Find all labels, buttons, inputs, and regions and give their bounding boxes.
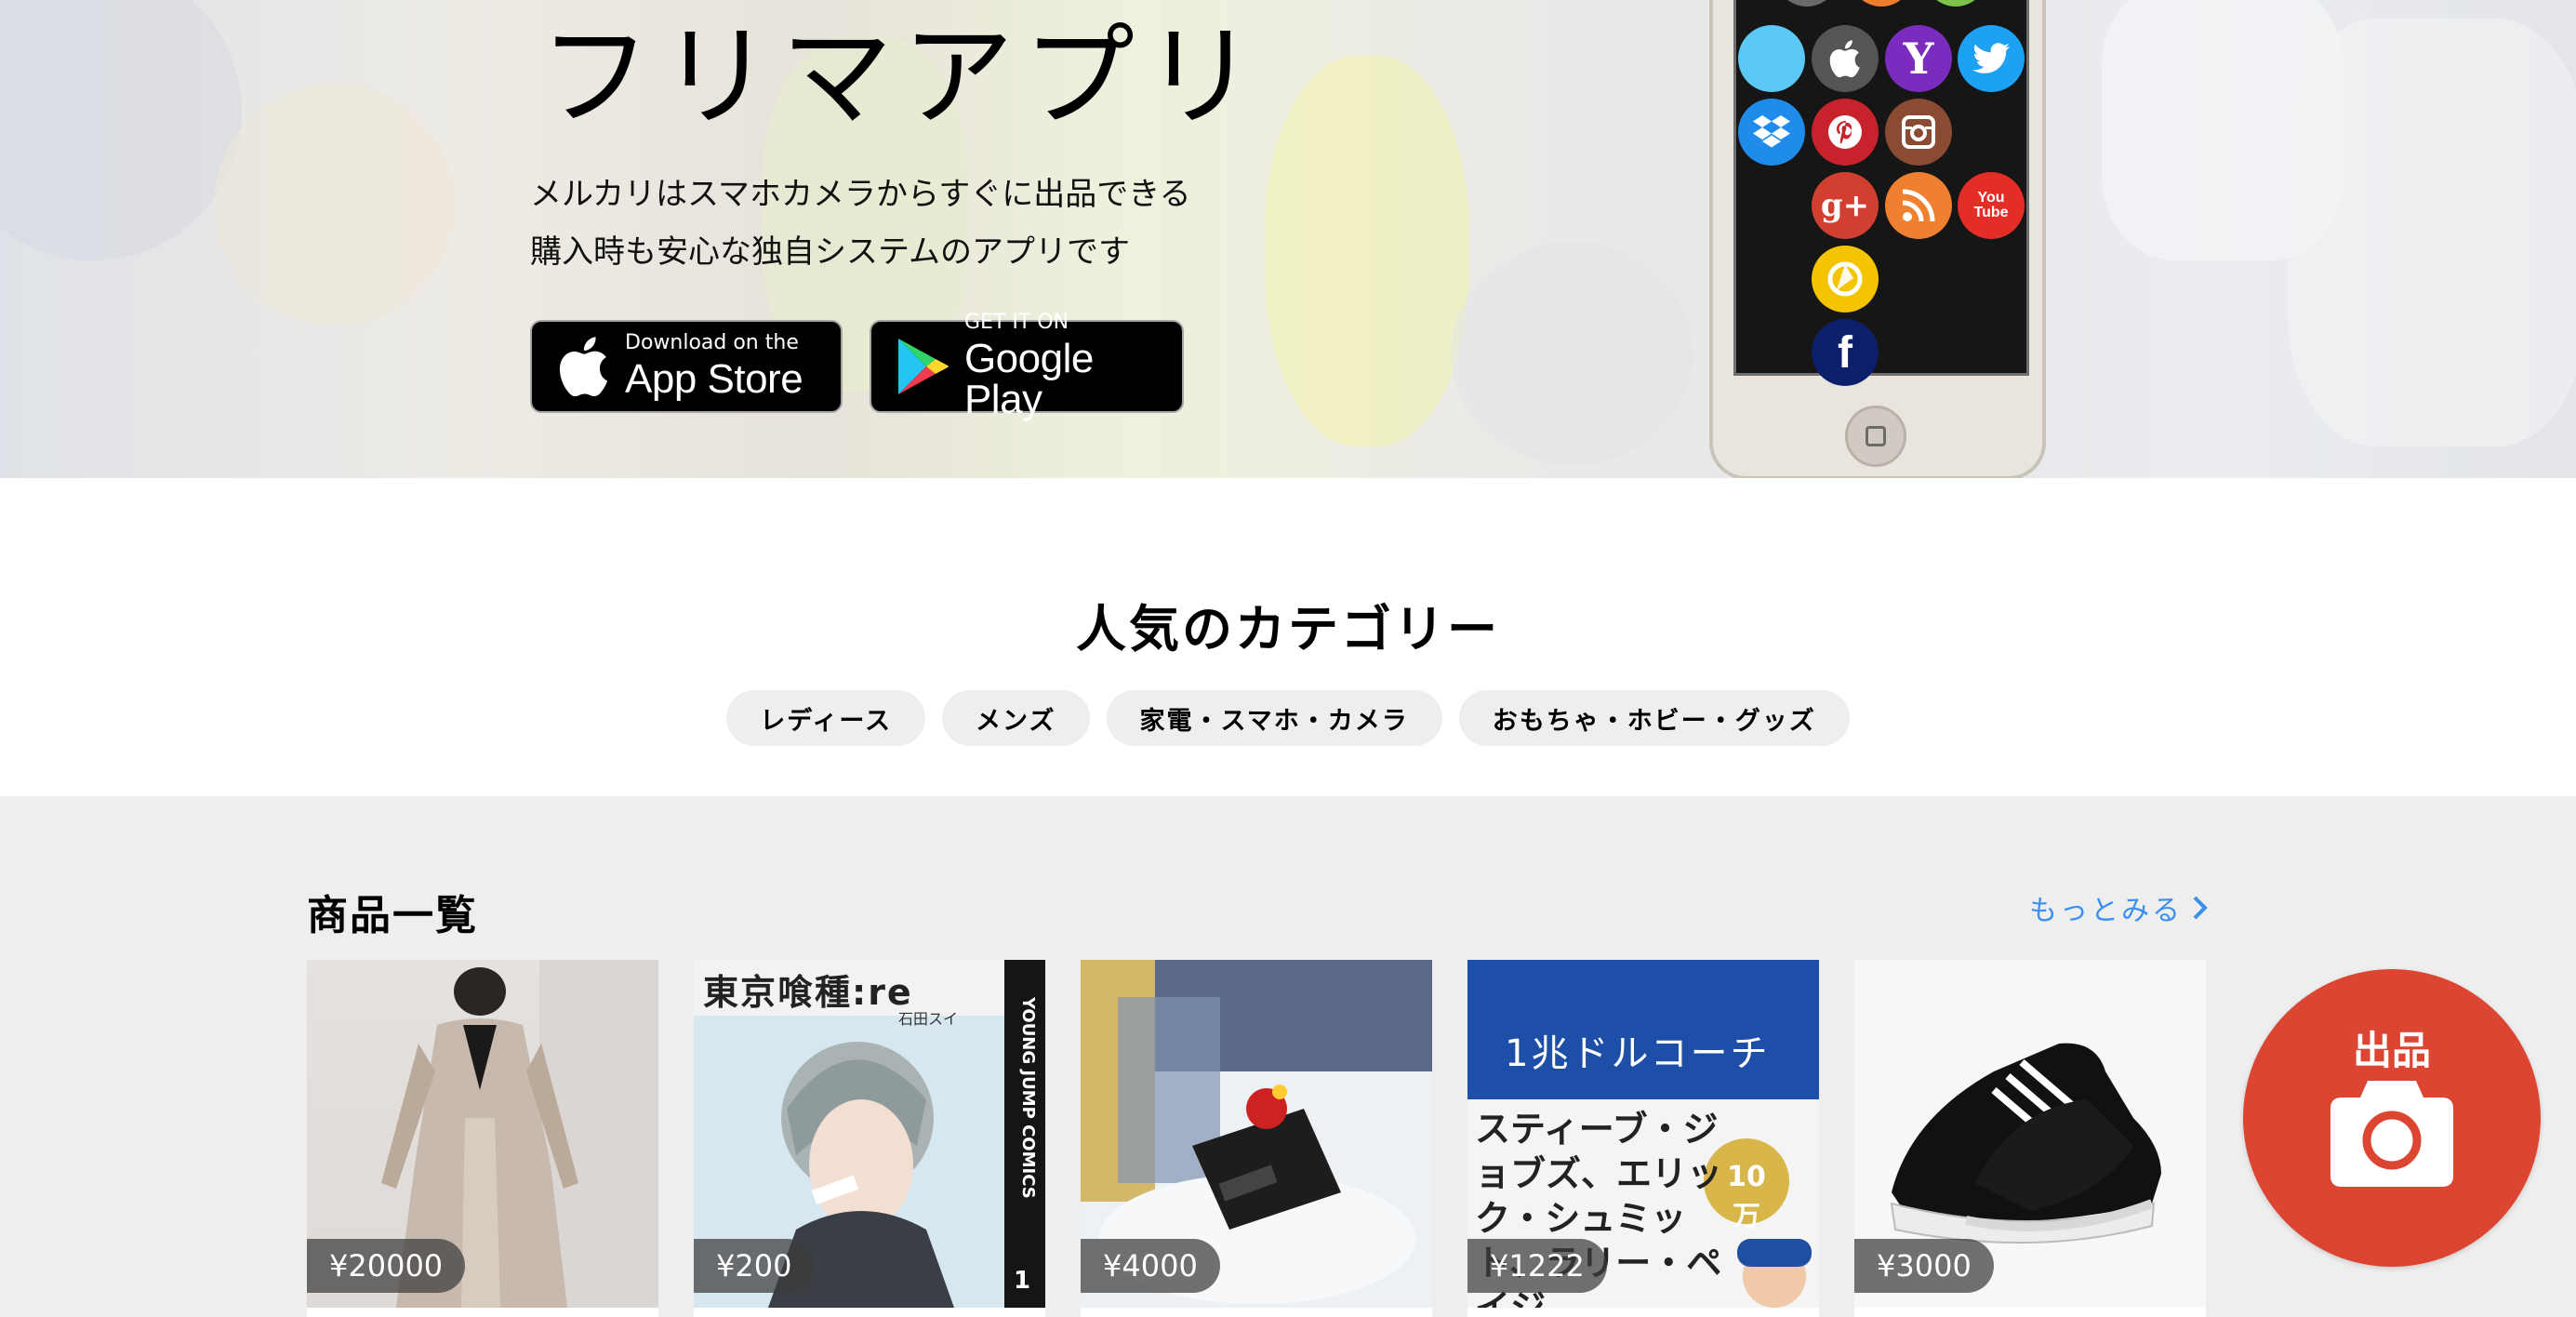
app-store-text: Download on the App Store	[625, 333, 803, 400]
hero-description-line: 購入時も安心な独自システムのアプリです	[530, 233, 1130, 271]
cover-title: 東京喰種:re	[703, 972, 913, 1013]
product-card[interactable]: ¥3000	[1854, 960, 2206, 1317]
app-store-small-label: Download on the	[625, 331, 799, 354]
category-chips: レディース メンズ 家電・スマホ・カメラ おもちゃ・ホビー・グッズ	[0, 690, 2576, 746]
dropbox-app-icon[interactable]	[1738, 99, 1805, 166]
hero-description: メルカリはスマホカメラからすぐに出品できる 購入時も安心な独自システムのアプリで…	[530, 166, 1191, 281]
category-chip-electronics[interactable]: 家電・スマホ・カメラ	[1106, 690, 1442, 746]
product-card[interactable]: ¥20000	[307, 960, 658, 1317]
apple-icon	[556, 334, 612, 399]
price-tag: ¥3000	[1854, 1239, 1994, 1293]
page: フリマアプリ メルカリはスマホカメラからすぐに出品できる 購入時も安心な独自シス…	[0, 0, 2576, 1317]
app-store-big-label: App Store	[625, 356, 803, 402]
camera-icon	[2330, 1081, 2453, 1187]
product-card[interactable]: 東京喰種:re 石田スイ YOUNG JUMP COMICS 1 ¥200	[694, 960, 1045, 1317]
google-play-small-label: GET IT ON	[963, 311, 1069, 334]
chat-app-icon[interactable]	[1738, 25, 1805, 92]
product-card[interactable]: ¥4000	[1081, 960, 1432, 1317]
cover-badge: 10万	[1727, 1161, 1766, 1233]
instagram-app-icon[interactable]	[1885, 99, 1952, 166]
cover-title: 1兆ドルコーチ	[1505, 1032, 1771, 1075]
sell-fab-label: 出品	[2352, 1028, 2431, 1073]
partial-app-icon	[1850, 0, 1913, 7]
picasa-app-icon[interactable]	[1812, 246, 1879, 313]
rss-app-icon[interactable]	[1885, 172, 1952, 239]
google-plus-app-icon[interactable]: g+	[1812, 172, 1879, 239]
partial-app-icon	[1775, 0, 1839, 7]
google-play-big-label: Google Play	[963, 336, 1094, 422]
apple-app-icon[interactable]	[1812, 25, 1879, 92]
chevron-right-icon	[2193, 896, 2208, 920]
categories-title: 人気のカテゴリー	[1076, 600, 1500, 658]
twitter-app-icon[interactable]	[1958, 25, 2025, 92]
category-chip-ladies[interactable]: レディース	[726, 690, 926, 746]
google-play-text: GET IT ON Google Play	[964, 313, 1182, 420]
phone-home-button	[1845, 406, 1906, 467]
google-play-button[interactable]: GET IT ON Google Play	[870, 313, 1184, 420]
popular-categories-section: 人気のカテゴリー レディース メンズ 家電・スマホ・カメラ おもちゃ・ホビー・グ…	[0, 478, 2576, 796]
home-square-icon	[1866, 426, 1886, 446]
price-tag: ¥1222	[1467, 1239, 1607, 1293]
sell-fab-button[interactable]: 出品	[2243, 969, 2541, 1267]
google-play-icon	[896, 334, 951, 399]
product-list-title: 商品一覧	[307, 892, 478, 939]
hero-banner: フリマアプリ メルカリはスマホカメラからすぐに出品できる 購入時も安心な独自シス…	[0, 0, 2576, 478]
youtube-app-icon[interactable]: You Tube	[1958, 172, 2025, 239]
price-tag: ¥4000	[1081, 1239, 1220, 1293]
phone-screen: Y g+ You Tube f	[1733, 0, 2029, 386]
hero-title: フリマアプリ	[539, 13, 1265, 142]
hero-overlay	[0, 0, 2576, 478]
cover-spine: YOUNG JUMP COMICS	[1018, 997, 1038, 1199]
see-more-link[interactable]: もっとみる	[2029, 887, 2209, 928]
yahoo-app-icon[interactable]: Y	[1885, 25, 1952, 92]
cover-author: 石田スイ	[898, 1010, 959, 1028]
product-card[interactable]: 1兆ドルコーチ スティーブ・ジョブズ、エリック・シュミット、ラリー・ペイジ 10…	[1467, 960, 1819, 1317]
price-tag: ¥200	[694, 1239, 815, 1293]
partial-app-icon	[1924, 0, 1987, 7]
cover-number: 1	[1014, 1267, 1031, 1295]
facebook-app-icon[interactable]: f	[1812, 319, 1879, 386]
phone-mockup: Y g+ You Tube f	[1709, 0, 2046, 478]
category-chip-toys-hobby[interactable]: おもちゃ・ホビー・グッズ	[1458, 690, 1850, 746]
app-store-button[interactable]: Download on the App Store	[530, 320, 843, 413]
price-tag: ¥20000	[307, 1239, 466, 1293]
see-more-label: もっとみる	[2029, 895, 2183, 927]
category-chip-mens[interactable]: メンズ	[942, 690, 1090, 746]
hero-description-line: メルカリはスマホカメラからすぐに出品できる	[530, 176, 1191, 213]
pinterest-app-icon[interactable]	[1812, 99, 1879, 166]
